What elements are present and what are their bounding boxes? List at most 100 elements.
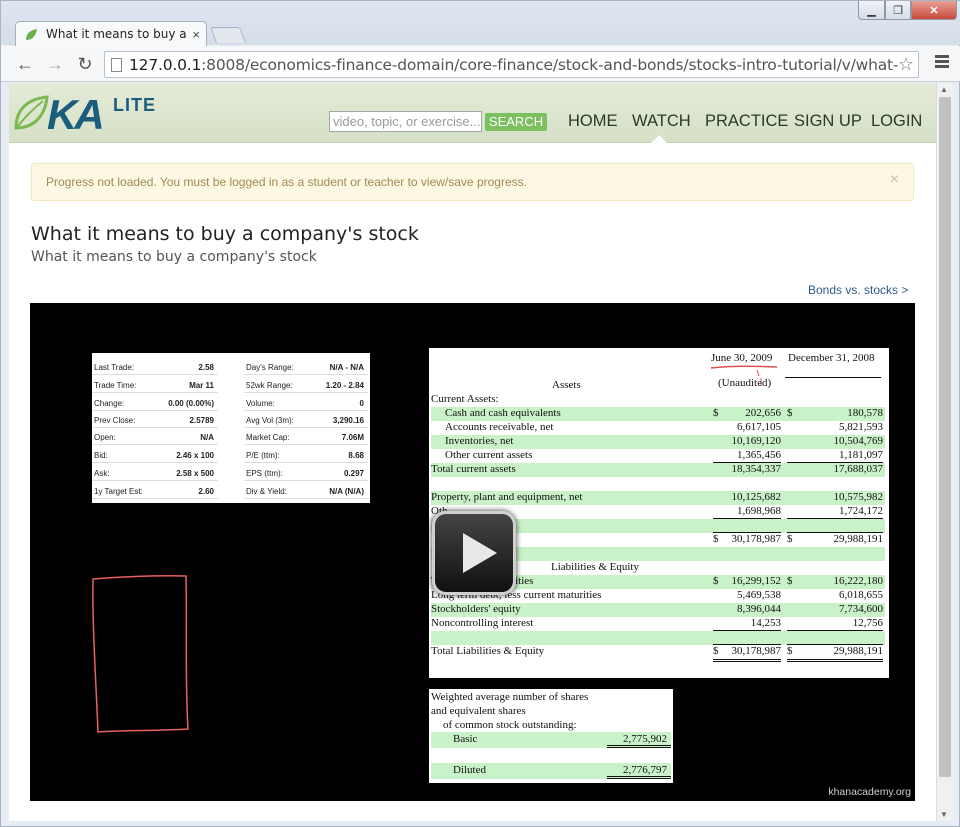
tab-strip: What it means to buy a co × ▁ ❐ ✕ <box>1 1 960 47</box>
search-button[interactable]: SEARCH <box>485 113 547 131</box>
bs-value-2009: 8,396,044 <box>737 603 781 615</box>
quote-key: Bid: <box>94 451 108 460</box>
url-text[interactable]: 127.0.0.1:8008/economics-finance-domain/… <box>129 56 899 74</box>
maximize-button[interactable]: ❐ <box>885 1 911 20</box>
minimize-button[interactable]: ▁ <box>858 1 885 20</box>
bs-total-rule <box>713 532 781 533</box>
active-nav-caret <box>651 135 667 143</box>
bs-dollar-sign: $ <box>787 575 793 587</box>
bs-dollar-sign: $ <box>787 407 793 419</box>
video-player[interactable]: Last Trade: 2.58 Trade Time: Mar 11 Change: 0… <box>30 303 915 801</box>
bs-col1-header: June 30, 2009 <box>711 352 773 364</box>
quote-value: N/A (N/A) <box>329 487 364 496</box>
leaf-favicon-icon <box>26 29 37 40</box>
quote-row: Div & Yield: N/A (N/A) <box>244 481 368 499</box>
alert-close-icon[interactable]: × <box>890 171 899 189</box>
bs-row: Current Assets: <box>431 393 885 407</box>
scroll-down-icon[interactable]: ▼ <box>940 810 948 819</box>
nav-sign-up[interactable]: SIGN UP <box>794 112 862 131</box>
shares-diluted-row: Diluted 2,776,797 <box>431 763 671 779</box>
bs-row-label: Noncontrolling interest <box>431 617 534 629</box>
bs-value-2009: 6,617,105 <box>737 421 781 433</box>
quote-key: EPS (ttm): <box>246 469 283 478</box>
bs-row: Cash and cash equivalents $202,656 $180,57… <box>431 407 885 421</box>
bs-row-label: Current Assets: <box>431 393 499 405</box>
next-video-link[interactable]: Bonds vs. stocks > <box>808 283 908 297</box>
quote-value: 3,290.16 <box>332 416 364 425</box>
bs-value-2008: 17,688,037 <box>833 463 884 475</box>
bs-row-label: Liabilities & Equity <box>551 561 639 573</box>
page-icon <box>111 58 122 72</box>
bs-value-2009: 202,656 <box>745 407 781 419</box>
bs-value-2009: 14,253 <box>750 617 781 629</box>
bs-row <box>431 631 885 645</box>
bs-row-label: Other current assets <box>445 449 533 461</box>
bs-value-2008: 180,578 <box>847 407 883 419</box>
quote-key: Ask: <box>94 469 110 478</box>
nav-login[interactable]: LOGIN <box>871 112 922 131</box>
search-input[interactable]: video, topic, or exercise... <box>329 111 482 132</box>
leaf-logo-icon <box>14 95 49 130</box>
bs-value-2008: 7,734,600 <box>839 603 883 615</box>
bs-value-2009: 18,354,337 <box>731 463 782 475</box>
quote-value: 2.46 x 100 <box>176 451 214 460</box>
bs-value-2009: 1,698,968 <box>737 505 781 517</box>
shares-diluted-value: 2,776,797 <box>623 764 667 776</box>
quote-value: N/A - N/A <box>329 363 364 372</box>
quote-value: 7.06M <box>341 433 364 442</box>
basic-double-rule <box>607 745 671 748</box>
alert-message: Progress not loaded. You must be logged … <box>46 175 527 189</box>
scroll-up-icon[interactable]: ▲ <box>940 85 948 94</box>
bs-value-2008: 10,575,982 <box>833 491 884 503</box>
chrome-menu-icon[interactable] <box>935 55 949 70</box>
tab-title: What it means to buy a co <box>46 27 186 41</box>
bs-row-label: Inventories, net <box>445 435 514 447</box>
quote-value: 2.5789 <box>189 416 214 425</box>
back-button[interactable]: ← <box>13 52 37 76</box>
quote-value: 1.20 - 2.84 <box>325 381 364 390</box>
bookmark-star-icon[interactable]: ☆ <box>898 54 914 75</box>
quote-key: Last Trade: <box>94 363 135 372</box>
bs-value-2009: 30,178,987 <box>731 645 782 657</box>
bs-row-label: Property, plant and equipment, net <box>431 491 583 503</box>
quote-value: N/A <box>200 433 214 442</box>
bs-unaudited: (Unaudited) <box>718 377 772 389</box>
quote-key: Change: <box>94 399 125 408</box>
shares-basic-label: Basic <box>453 733 478 745</box>
bs-value-2009: 10,169,120 <box>731 435 782 447</box>
nav-home[interactable]: HOME <box>568 112 618 131</box>
close-window-button[interactable]: ✕ <box>911 1 957 20</box>
bs-row: Stockholders' equity 8,396,044 7,734,600 <box>431 603 885 617</box>
bs-total-rule <box>713 644 781 645</box>
quote-key: Day's Range: <box>246 363 294 372</box>
nav-watch[interactable]: WATCH <box>632 112 691 131</box>
browser-toolbar: ← → ↻ 127.0.0.1:8008/economics-finance-d… <box>1 46 960 82</box>
new-tab-button[interactable] <box>210 27 246 43</box>
scrollbar-thumb[interactable] <box>939 97 951 777</box>
address-bar[interactable]: 127.0.0.1:8008/economics-finance-domain/… <box>104 51 919 78</box>
bs-dollar-sign: $ <box>713 575 719 587</box>
bs-row: Accounts receivable, net 6,617,105 5,821,5… <box>431 421 885 435</box>
tab-close-icon[interactable]: × <box>192 27 200 42</box>
bs-row: Total current assets 18,354,337 17,688,037 <box>431 463 885 477</box>
quote-value: Mar 11 <box>189 381 214 390</box>
play-button[interactable] <box>432 511 516 595</box>
nav-practice[interactable]: PRACTICE <box>705 112 788 131</box>
quote-key: P/E (ttm): <box>246 451 280 460</box>
bs-row: Property, plant and equipment, net 10,125… <box>431 491 885 505</box>
bs-row-label: Total current assets <box>431 463 516 475</box>
reload-button[interactable]: ↻ <box>73 52 97 76</box>
logo-lite-text: LITE <box>113 95 156 115</box>
bs-value-2009: 10,125,682 <box>731 491 782 503</box>
browser-tab[interactable]: What it means to buy a co × <box>15 21 207 47</box>
quote-key: 1y Target Est: <box>94 487 143 496</box>
vertical-scrollbar[interactable]: ▲ ▼ <box>936 83 953 821</box>
forward-button[interactable]: → <box>43 52 67 76</box>
bs-row: Noncontrolling interest 14,253 12,756 <box>431 617 885 631</box>
url-path: :8008/economics-finance-domain/core-fina… <box>201 56 899 74</box>
bs-dollar-sign: $ <box>787 533 793 545</box>
bs-value-2008: 29,988,191 <box>833 645 884 657</box>
bs-value-2008: 1,181,097 <box>839 449 883 461</box>
bs-total-rule <box>713 659 781 662</box>
bs-row-label: Stockholders' equity <box>431 603 521 615</box>
